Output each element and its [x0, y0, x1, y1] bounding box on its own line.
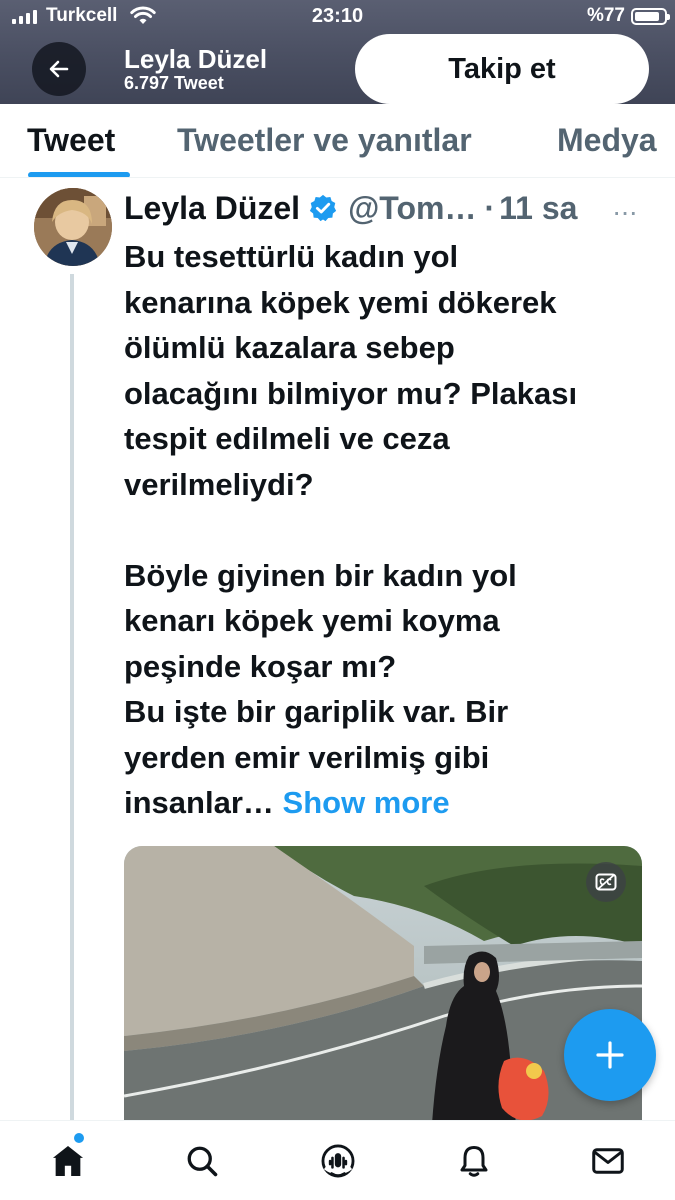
bottom-navigation — [0, 1120, 675, 1200]
bell-icon — [460, 1146, 488, 1177]
battery-percentage: %77 — [586, 5, 625, 26]
compose-tweet-button[interactable] — [564, 1009, 656, 1101]
tweet-text-line: Bu tesettürlü kadın yol — [124, 239, 459, 274]
profile-tabs: Tweet Tweetler ve yanıtlar Medya — [0, 104, 675, 178]
tweet-count: 6.797 Tweet — [124, 73, 224, 93]
back-button[interactable] — [32, 42, 86, 96]
tweet-text-line: olacağını bilmiyor mu? Plakası — [124, 375, 578, 411]
tweet-text: Bu tesettürlü kadın yol kenarına köpek y… — [124, 234, 654, 826]
tab-tweets-and-replies[interactable]: Tweetler ve yanıtlar — [177, 122, 472, 159]
follow-button[interactable]: Takip et — [355, 34, 649, 104]
tab-tweet[interactable]: Tweet — [27, 122, 115, 159]
tweet-text-line: yerden emir verilmiş gibi — [124, 739, 490, 775]
tweet-video[interactable] — [124, 846, 642, 1124]
nav-spaces[interactable] — [316, 1139, 360, 1183]
plus-icon — [596, 1041, 624, 1069]
tweet-text-line: Böyle giyinen bir kadın yol — [124, 557, 517, 593]
tweet-text-line: tespit edilmeli ve ceza — [124, 421, 450, 456]
home-icon — [52, 1145, 84, 1177]
separator-dot: · — [484, 189, 496, 226]
show-more-link[interactable]: Show more — [283, 785, 450, 820]
tweet-text-last-line: insanlar… Show more — [124, 780, 654, 826]
tweet-text-line: peşinde koşar mı? — [124, 648, 397, 684]
tweet-text-line: verilmeliydi? — [124, 466, 314, 502]
status-bar: Turkcell 23:10 %77 — [0, 0, 675, 36]
tab-media[interactable]: Medya — [557, 122, 657, 159]
thread-line — [70, 274, 74, 1120]
tweet-text-line: ölümlü kazalara sebep — [124, 330, 455, 365]
spaces-icon — [321, 1144, 355, 1178]
tweet-text-truncated: insanlar… — [124, 785, 274, 820]
clock: 23:10 — [311, 5, 364, 27]
tweet-text-line: kenarı köpek yemi koyma — [124, 603, 500, 638]
closed-captions-icon[interactable] — [586, 862, 626, 902]
mail-icon — [592, 1148, 624, 1174]
nav-notifications[interactable] — [452, 1139, 496, 1183]
tweet-handle[interactable]: @Tom… — [348, 190, 476, 227]
tweet-text-line: Bu işte bir gariplik var. Bir — [124, 694, 509, 729]
avatar[interactable] — [34, 188, 112, 266]
nav-home[interactable] — [46, 1139, 90, 1183]
tweet-timestamp[interactable]: 11 sa — [499, 190, 577, 227]
search-icon — [187, 1146, 218, 1177]
nav-search[interactable] — [180, 1139, 224, 1183]
nav-messages[interactable] — [586, 1139, 630, 1183]
arrow-left-icon — [49, 60, 69, 78]
tweet-header: Leyla Düzel @Tom… · 11 sa — [124, 188, 577, 228]
tweet-author[interactable]: Leyla Düzel — [124, 190, 300, 227]
battery-icon — [631, 8, 670, 25]
verified-badge-icon — [308, 193, 338, 223]
more-options-icon[interactable]: ··· — [612, 196, 638, 228]
new-content-indicator — [74, 1133, 84, 1143]
profile-name: Leyla Düzel — [124, 44, 268, 74]
active-tab-indicator — [28, 172, 130, 177]
profile-header: Turkcell 23:10 %77 Leyla Düzel 6.797 Twe… — [0, 0, 675, 104]
tweet-text-line: kenarına köpek yemi dökerek — [124, 284, 557, 320]
